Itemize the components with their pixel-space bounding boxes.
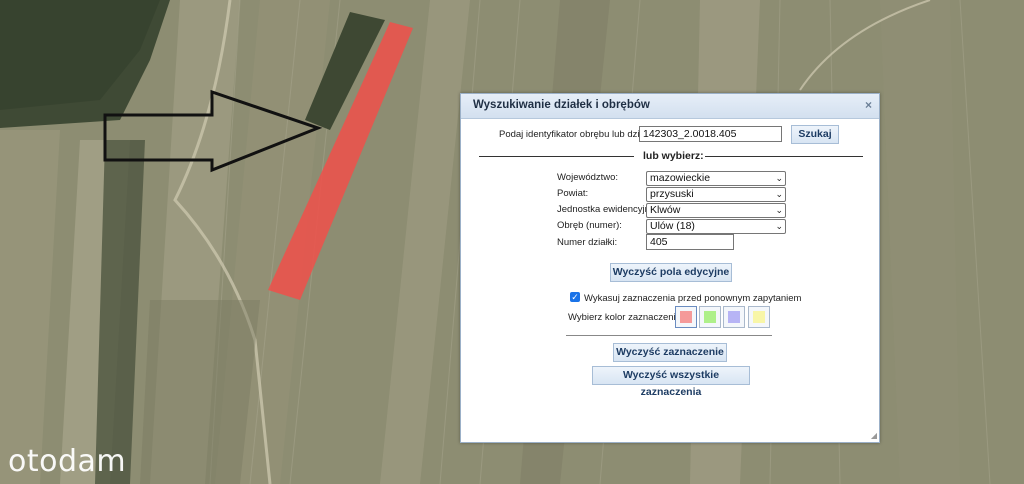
wojewodztwo-value: mazowieckie [650, 172, 711, 184]
color-swatch-green[interactable] [699, 306, 721, 328]
jednostka-value: Klwów [650, 204, 681, 216]
obreb-value: Ulów (18) [650, 220, 695, 232]
chevron-down-icon: ⌄ [775, 189, 783, 199]
obreb-select[interactable]: Ulów (18) ⌄ [646, 219, 786, 234]
parcel-search-dialog: Wyszukiwanie działek i obrębów × Podaj i… [460, 93, 880, 443]
powiat-label: Powiat: [557, 188, 589, 199]
identifier-input[interactable]: 142303_2.0018.405 [639, 126, 782, 142]
clear-selection-button[interactable]: Wyczyść zaznaczenie [613, 343, 727, 362]
or-choose-label: lub wybierz: [643, 150, 704, 162]
resize-grip-icon[interactable]: ◢ [871, 431, 877, 440]
obreb-label: Obręb (numer): [557, 220, 622, 231]
divider-bottom [566, 335, 772, 336]
numer-label: Numer działki: [557, 237, 618, 248]
wojewodztwo-select[interactable]: mazowieckie ⌄ [646, 171, 786, 186]
divider-right [705, 156, 863, 157]
chevron-down-icon: ⌄ [775, 173, 783, 183]
clear-all-button[interactable]: Wyczyść wszystkie zaznaczenia [592, 366, 750, 398]
chevron-down-icon: ⌄ [775, 205, 783, 215]
search-button[interactable]: Szukaj [791, 125, 839, 144]
numer-input[interactable]: 405 [646, 234, 734, 250]
jednostka-select[interactable]: Klwów ⌄ [646, 203, 786, 218]
clear-before-label: Wykasuj zaznaczenia przed ponownym zapyt… [584, 293, 802, 304]
clear-before-checkbox[interactable]: ✓ [570, 292, 580, 302]
clear-fields-button[interactable]: Wyczyść pola edycyjne [610, 263, 732, 282]
close-icon[interactable]: × [865, 98, 872, 112]
color-swatch-blue[interactable] [723, 306, 745, 328]
arrow-right-icon [105, 92, 318, 170]
powiat-select[interactable]: przysuski ⌄ [646, 187, 786, 202]
watermark-logo: otodam [8, 444, 127, 479]
wojewodztwo-label: Województwo: [557, 172, 619, 183]
identifier-label: Podaj identyfikator obrębu lub działki: [499, 129, 657, 140]
color-swatch-red[interactable] [675, 306, 697, 328]
chevron-down-icon: ⌄ [775, 221, 783, 231]
dialog-title: Wyszukiwanie działek i obrębów [473, 99, 650, 111]
color-label: Wybierz kolor zaznaczenia: [568, 312, 684, 323]
powiat-value: przysuski [650, 188, 694, 200]
jednostka-label: Jednostka ewidencyjna: [557, 204, 658, 215]
divider-left [479, 156, 634, 157]
color-swatch-yellow[interactable] [748, 306, 770, 328]
dialog-header[interactable]: Wyszukiwanie działek i obrębów × [461, 94, 879, 119]
